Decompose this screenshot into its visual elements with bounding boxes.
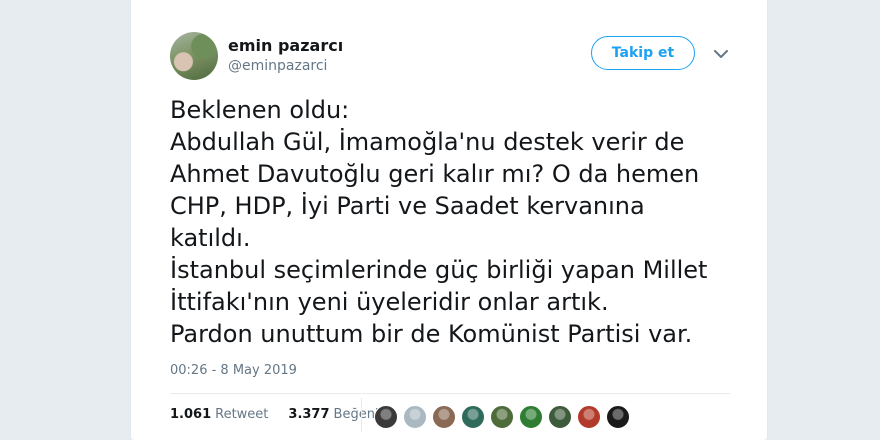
tweet-line: İstanbul seçimlerinde güç birliği yapan … (170, 256, 708, 284)
tweet-line: CHP, HDP, İyi Parti ve Saadet kervanına (170, 192, 645, 220)
tweet-line: Pardon unuttum bir de Komünist Partisi v… (170, 320, 693, 348)
tweet-line: katıldı. (170, 224, 251, 252)
chevron-down-icon[interactable] (711, 44, 731, 64)
tweet-line: İttifakı'nın yeni üyeleridir onlar artık… (170, 288, 609, 316)
like-count[interactable]: 3.377 (288, 407, 329, 422)
tweet-text: Beklenen oldu: Abdullah Gül, İmamoğla'nu… (170, 94, 740, 350)
avatar[interactable] (170, 32, 218, 80)
liker-avatar-7[interactable] (548, 405, 572, 429)
liker-avatar-8[interactable] (577, 405, 601, 429)
stats-separator (361, 398, 362, 432)
retweet-count[interactable]: 1.061 (170, 407, 211, 422)
liker-avatar-4[interactable] (461, 405, 485, 429)
tweet-line: Ahmet Davutoğlu geri kalır mı? O da heme… (170, 160, 700, 188)
tweet-stats: 1.061 Retweet 3.377 Beğeni (170, 407, 379, 422)
liker-avatar-5[interactable] (490, 405, 514, 429)
liker-avatar-3[interactable] (432, 405, 456, 429)
tweet-line: Beklenen oldu: (170, 96, 350, 124)
retweet-label[interactable]: Retweet (215, 407, 268, 422)
liker-avatar-6[interactable] (519, 405, 543, 429)
tweet-card: emin pazarcı @eminpazarci Takip et Bekle… (130, 0, 768, 440)
user-handle[interactable]: @eminpazarci (228, 58, 327, 74)
divider (170, 393, 730, 394)
liker-avatar-1[interactable] (374, 405, 398, 429)
user-name[interactable]: emin pazarcı (228, 36, 343, 55)
tweet-line: Abdullah Gül, İmamoğla'nu destek verir d… (170, 128, 685, 156)
liker-avatar-2[interactable] (403, 405, 427, 429)
likers-list (374, 405, 630, 429)
like-label[interactable]: Beğeni (334, 407, 379, 422)
follow-button[interactable]: Takip et (591, 36, 695, 70)
liker-avatar-9[interactable] (606, 405, 630, 429)
tweet-timestamp[interactable]: 00:26 - 8 May 2019 (170, 363, 297, 378)
